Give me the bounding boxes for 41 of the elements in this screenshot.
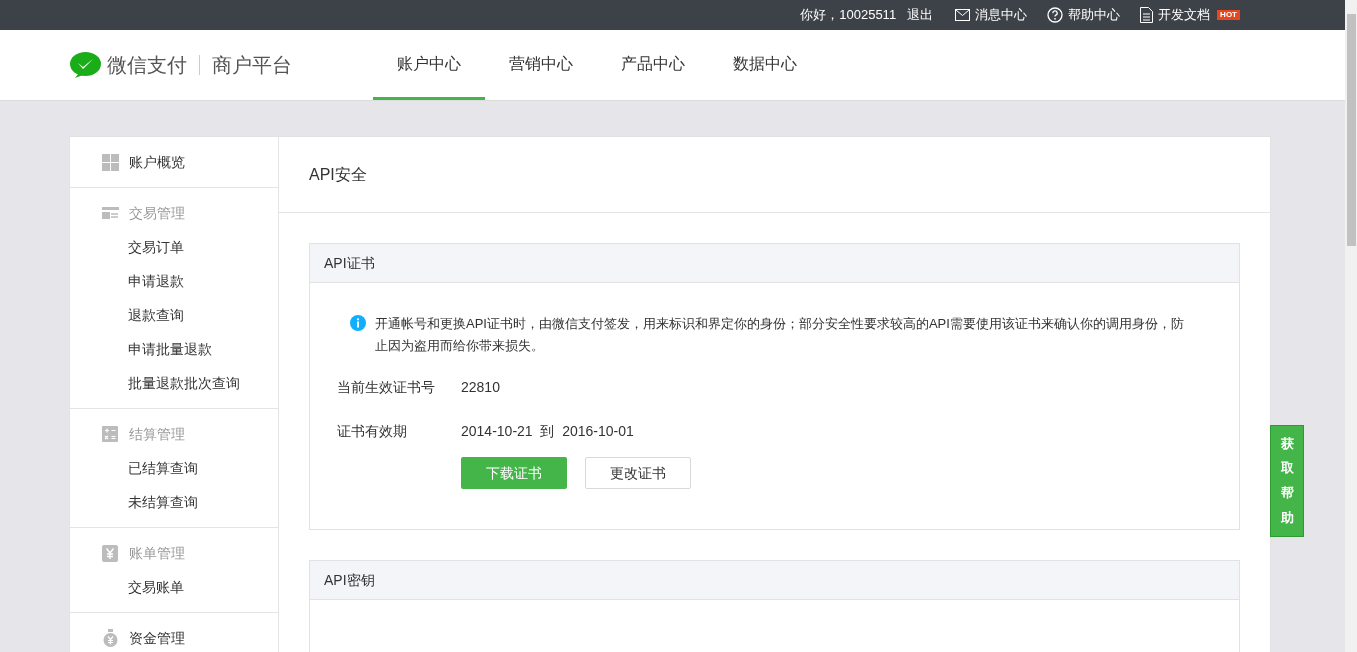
- mail-icon: [955, 9, 971, 21]
- top-bar-link[interactable]: 消息中心: [975, 5, 1028, 25]
- sidebar-subitem[interactable]: 退款查询: [128, 304, 184, 326]
- hot-badge: HOT: [1217, 10, 1240, 20]
- nav-tab[interactable]: 账户中心: [373, 30, 485, 100]
- platform-name: 商户平台: [212, 53, 292, 78]
- top-bar-link[interactable]: 帮助中心: [1068, 5, 1121, 25]
- info-icon: [350, 315, 366, 331]
- sidebar-subitem[interactable]: 申请退款: [128, 270, 184, 292]
- panel-title: API证书: [324, 253, 375, 273]
- money-bag-icon: [101, 629, 119, 647]
- sidebar-subitem[interactable]: 申请批量退款: [128, 338, 212, 360]
- sidebar-item[interactable]: 账户概览: [129, 151, 185, 173]
- field-value: 2014-10-21 到 2016-10-01: [461, 422, 634, 441]
- sidebar-subitem[interactable]: 已结算查询: [128, 457, 198, 479]
- brand-name: 微信支付: [107, 53, 187, 78]
- top-bar-link[interactable]: 开发文档: [1158, 5, 1211, 25]
- sidebar-item[interactable]: 资金管理: [129, 627, 185, 649]
- greeting-text: 你好，10025511: [800, 6, 897, 25]
- nav-tab[interactable]: 数据中心: [709, 30, 821, 100]
- grid-icon: [101, 153, 119, 171]
- help-icon: [1047, 7, 1064, 23]
- panel-title: API密钥: [324, 570, 375, 590]
- field-label: 证书有效期: [337, 422, 408, 441]
- yen-icon: [102, 544, 118, 562]
- nav-tab[interactable]: 营销中心: [485, 30, 597, 100]
- calculator-icon: [102, 426, 118, 442]
- sidebar-subitem[interactable]: 未结算查询: [128, 491, 198, 513]
- document-icon: [1140, 7, 1154, 23]
- nav-tab[interactable]: 产品中心: [597, 30, 709, 100]
- field-value: 22810: [461, 378, 500, 397]
- sidebar-subitem[interactable]: 交易订单: [128, 236, 184, 258]
- change-button[interactable]: 更改证书: [585, 457, 691, 489]
- card-icon: [101, 207, 119, 219]
- field-label: 当前生效证书号: [337, 378, 436, 397]
- sidebar-subitem[interactable]: 交易账单: [128, 576, 184, 598]
- notice-text: 开通帐号和更换API证书时，由微信支付签发，用来标识和界定你的身份；部分安全性要求较高的API需要使用该证书来确认你的调用身份，防止因为盗用而给你带来损失。: [375, 315, 1185, 355]
- sidebar-subitem[interactable]: 批量退款批次查询: [128, 372, 240, 394]
- logout-link[interactable]: 退出: [907, 5, 934, 25]
- wechat-pay-logo-icon: [70, 51, 101, 79]
- page-title: API安全: [309, 164, 367, 185]
